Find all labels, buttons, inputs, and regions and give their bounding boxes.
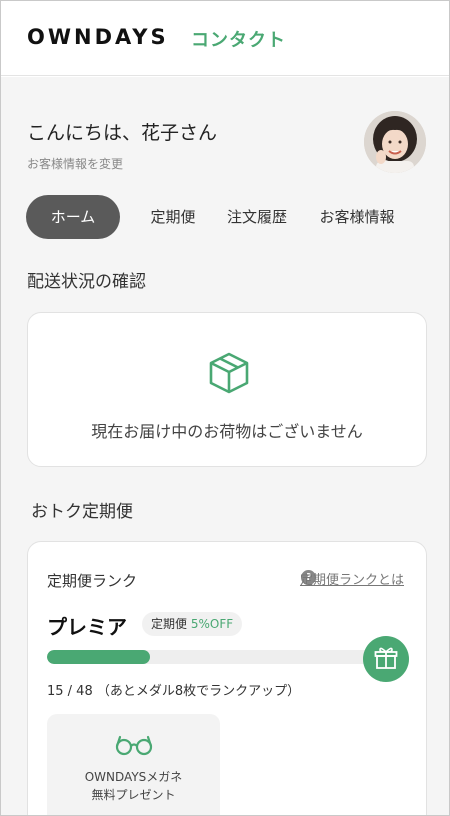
delivery-section-title: 配送状況の確認	[27, 272, 146, 292]
gift-icon	[374, 647, 398, 669]
glasses-icon	[115, 735, 153, 756]
tab-customer-info[interactable]: お客様情報	[314, 195, 400, 239]
tab-order-history[interactable]: 注文履歴	[222, 195, 292, 239]
badge-discount: 5%OFF	[190, 617, 234, 631]
delivery-empty-message: 現在お届け中のお荷物はございません	[91, 422, 363, 441]
package-icon	[209, 352, 249, 394]
rank-progress-fill	[47, 650, 151, 664]
avatar-photo	[364, 111, 426, 173]
rank-help-link[interactable]: 定期便ランクとは	[300, 569, 404, 588]
benefit-line-2: 無料プレゼント	[91, 788, 176, 802]
rank-label: 定期便ランク	[47, 572, 138, 590]
brand-subtitle: コンタクト	[191, 30, 286, 51]
app-header: OWNDAYS コンタクト	[0, 0, 450, 76]
subscription-rank-card: 定期便ランク ? 定期便ランクとは プレミア 定期便 5%OFF 15 / 48…	[27, 541, 427, 816]
tab-home[interactable]: ホーム	[26, 195, 120, 239]
brand-logo[interactable]: OWNDAYS	[27, 25, 169, 49]
greeting-text: こんにちは、花子さん	[27, 122, 218, 144]
medal-progress-text: 15 / 48 （あとメダル8枚でランクアップ）	[47, 684, 301, 699]
badge-prefix: 定期便	[151, 617, 188, 631]
avatar[interactable]	[364, 111, 426, 173]
tab-bar: ホーム 定期便 注文履歴 お客様情報	[26, 195, 426, 239]
benefit-label: OWNDAYSメガネ 無料プレゼント	[47, 768, 220, 804]
tab-subscription[interactable]: 定期便	[142, 195, 204, 239]
rank-name: プレミア	[47, 615, 127, 639]
main-content: こんにちは、花子さん お客様情報を変更 ホーム 定期便 注文履歴 お客様情報 配…	[0, 77, 450, 816]
benefit-item-glasses[interactable]: OWNDAYSメガネ 無料プレゼント	[47, 714, 220, 816]
benefit-line-1: OWNDAYSメガネ	[84, 770, 183, 784]
edit-profile-link[interactable]: お客様情報を変更	[27, 155, 123, 172]
rank-discount-badge: 定期便 5%OFF	[142, 612, 243, 636]
rank-progress-bar	[47, 650, 377, 664]
subscription-section-title: おトク定期便	[31, 502, 133, 522]
gift-button[interactable]	[363, 636, 409, 682]
delivery-status-card: 現在お届け中のお荷物はございません	[27, 312, 427, 467]
